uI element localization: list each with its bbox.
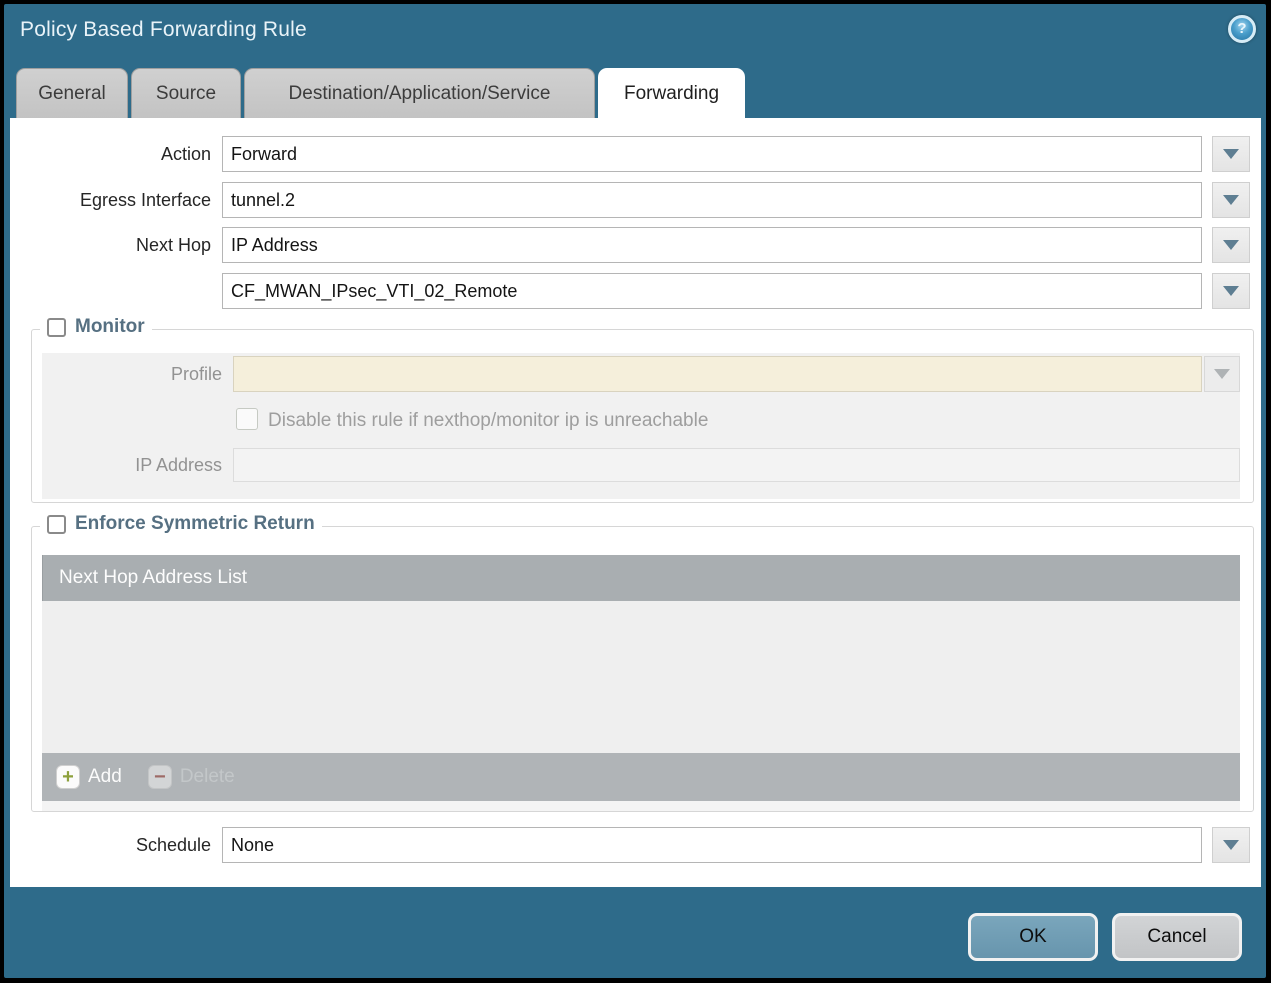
ok-button[interactable]: OK — [968, 913, 1098, 961]
profile-label: Profile — [10, 356, 222, 392]
enforce-symmetric-return-legend: Enforce Symmetric Return — [40, 513, 322, 535]
profile-select — [233, 356, 1202, 392]
tab-source[interactable]: Source — [131, 68, 241, 118]
next-hop-address-select[interactable] — [222, 273, 1202, 309]
tab-destination-application-service[interactable]: Destination/Application/Service — [244, 68, 595, 118]
tab-forwarding[interactable]: Forwarding — [598, 68, 745, 118]
plus-icon: + — [56, 765, 80, 789]
minus-icon: − — [148, 765, 172, 789]
profile-dropdown-button — [1204, 356, 1240, 392]
tab-destination-label: Destination/Application/Service — [289, 83, 551, 105]
schedule-dropdown-button[interactable] — [1212, 827, 1250, 863]
chevron-down-icon — [1223, 240, 1239, 250]
tab-source-label: Source — [156, 83, 216, 105]
policy-based-forwarding-dialog: Policy Based Forwarding Rule ? General S… — [4, 4, 1266, 978]
monitor-ip-address-input — [233, 448, 1240, 482]
next-hop-type-dropdown-button[interactable] — [1212, 227, 1250, 263]
help-icon[interactable]: ? — [1228, 15, 1256, 43]
tab-forwarding-label: Forwarding — [624, 83, 719, 105]
disable-rule-label: Disable this rule if nexthop/monitor ip … — [268, 410, 708, 432]
chevron-down-icon — [1223, 286, 1239, 296]
next-hop-address-list-toolbar: + Add − Delete — [42, 753, 1240, 801]
chevron-down-icon — [1223, 195, 1239, 205]
egress-interface-select[interactable] — [222, 182, 1202, 218]
egress-interface-label: Egress Interface — [10, 182, 211, 218]
monitor-legend: Monitor — [40, 316, 152, 338]
next-hop-address-dropdown-button[interactable] — [1212, 273, 1250, 309]
monitor-checkbox[interactable] — [47, 318, 66, 337]
schedule-select[interactable] — [222, 827, 1202, 863]
monitor-legend-label: Monitor — [75, 316, 145, 338]
schedule-label: Schedule — [10, 827, 211, 863]
add-button[interactable]: + Add — [56, 765, 122, 789]
tab-general[interactable]: General — [16, 68, 128, 118]
egress-interface-dropdown-button[interactable] — [1212, 182, 1250, 218]
action-label: Action — [10, 136, 211, 172]
add-button-label: Add — [88, 766, 122, 788]
next-hop-address-list-body[interactable] — [42, 601, 1240, 753]
table-bottom-strip — [42, 801, 1240, 811]
chevron-down-icon — [1223, 840, 1239, 850]
action-dropdown-button[interactable] — [1212, 136, 1250, 172]
next-hop-type-select[interactable] — [222, 227, 1202, 263]
disable-rule-checkbox — [236, 408, 258, 430]
cancel-button[interactable]: Cancel — [1112, 913, 1242, 961]
delete-button: − Delete — [148, 765, 235, 789]
next-hop-label: Next Hop — [10, 227, 211, 263]
monitor-ip-address-label: IP Address — [10, 448, 222, 482]
tab-general-label: General — [38, 83, 106, 105]
delete-button-label: Delete — [180, 766, 235, 788]
action-select[interactable] — [222, 136, 1202, 172]
enforce-symmetric-return-checkbox[interactable] — [47, 515, 66, 534]
chevron-down-icon — [1214, 369, 1230, 379]
chevron-down-icon — [1223, 149, 1239, 159]
forwarding-tab-panel: Action Egress Interface Next Hop Monitor — [10, 118, 1261, 887]
next-hop-address-list-header: Next Hop Address List — [42, 555, 1240, 601]
enforce-symmetric-return-label: Enforce Symmetric Return — [75, 513, 315, 535]
dialog-title: Policy Based Forwarding Rule — [20, 18, 307, 42]
